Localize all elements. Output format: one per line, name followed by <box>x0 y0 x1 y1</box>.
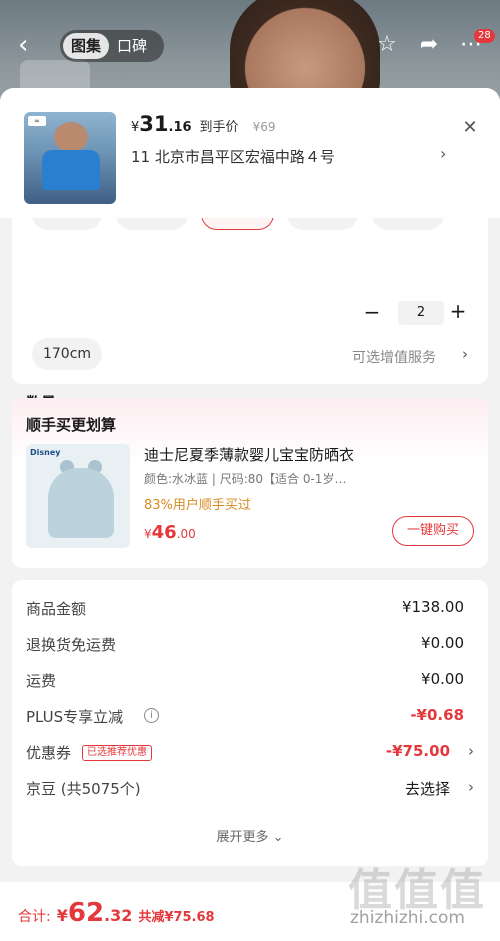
bundle-title: 顺手买更划算 <box>26 416 117 434</box>
summary-label: PLUS专享立减 <box>26 708 124 726</box>
message-badge: 28 <box>474 29 495 43</box>
summary-row: 商品金额 ¥138.00 <box>26 598 474 620</box>
summary-label: 运费 <box>26 672 57 690</box>
summary-value: ¥0.00 <box>421 634 464 652</box>
coupon-tag: 已选推荐优惠 <box>82 745 152 761</box>
back-icon[interactable]: ‹ <box>18 32 42 58</box>
quantity-plus-button[interactable]: + <box>448 298 468 324</box>
summary-row: 退换货免运费 ¥0.00 <box>26 634 474 656</box>
price-currency: ¥ <box>131 120 140 135</box>
thumbnail-logo: ∞ <box>28 116 46 126</box>
bundle-buy-stat: 83%用户顺手买过 <box>144 498 251 513</box>
site-watermark: 值值值 zhizhizhi.com <box>340 850 500 941</box>
price-line: ¥ 31 .16 到手价 ¥69 <box>131 112 275 138</box>
sheet-header: ∞ ¥ 31 .16 到手价 ¥69 11 北京市昌平区宏福中路４号 › ✕ <box>0 88 500 218</box>
quantity-minus-button[interactable]: − <box>362 300 382 324</box>
bundle-product-image[interactable]: Disney <box>26 444 130 548</box>
bundle-brand-logo: Disney <box>30 448 61 457</box>
order-summary-card: 商品金额 ¥138.00 退换货免运费 ¥0.00 运费 ¥0.00 PLUS专… <box>12 580 488 866</box>
image-garment <box>48 468 114 538</box>
service-value[interactable]: 可选增值服务 <box>352 347 436 367</box>
star-icon[interactable]: ☆ <box>374 32 400 58</box>
summary-label: 京豆 (共5075个) <box>26 780 141 798</box>
summary-value: -¥0.68 <box>410 706 464 724</box>
summary-value: -¥75.00 <box>385 742 450 760</box>
summary-row: PLUS专享立减 i -¥0.68 <box>26 706 474 728</box>
summary-label: 商品金额 <box>26 600 87 618</box>
summary-label: 退换货免运费 <box>26 636 117 654</box>
one-click-buy-button[interactable]: 一键购买 <box>392 516 474 546</box>
price-tag-label: 到手价 <box>199 120 239 135</box>
coupon-row[interactable]: 优惠券 已选推荐优惠 -¥75.00 › <box>26 742 474 764</box>
thumbnail-figure <box>54 122 88 152</box>
jingdou-row[interactable]: 京豆 (共5075个) 去选择 › <box>26 778 474 800</box>
total-label: 合计: <box>18 909 51 925</box>
delivery-address[interactable]: 11 北京市昌平区宏福中路４号 <box>131 146 461 167</box>
address-chevron-icon[interactable]: › <box>440 144 446 163</box>
service-chevron-icon[interactable]: › <box>462 345 468 363</box>
price-integer: 31 <box>139 112 169 136</box>
price-decimal: .16 <box>168 120 192 135</box>
jingdou-chevron-icon[interactable]: › <box>468 778 474 796</box>
purchase-sheet: ∞ ¥ 31 .16 到手价 ¥69 11 北京市昌平区宏福中路４号 › ✕ 1… <box>0 88 500 941</box>
tab-gallery[interactable]: 图集 <box>63 33 110 59</box>
bundle-price-decimal: .00 <box>176 527 196 541</box>
summary-value: ¥0.00 <box>421 670 464 688</box>
coupon-chevron-icon[interactable]: › <box>468 742 474 760</box>
share-icon[interactable]: ➦ <box>416 32 442 58</box>
bundle-price-currency: ¥ <box>144 527 152 541</box>
jingdou-select[interactable]: 去选择 <box>405 778 450 799</box>
thumbnail-shirt <box>42 150 100 190</box>
summary-value: ¥138.00 <box>401 598 464 616</box>
gallery-segment: 图集 口碑 <box>60 30 164 62</box>
close-icon[interactable]: ✕ <box>460 118 480 138</box>
watermark-text: zhizhizhi.com <box>350 908 465 928</box>
quantity-input[interactable]: 2 <box>398 301 444 325</box>
tab-reviews[interactable]: 口碑 <box>109 33 155 59</box>
top-nav: ‹ 图集 口碑 ☆ ➦ ⋯ 28 <box>0 28 500 64</box>
expand-more-button[interactable]: 展开更多 ⌄ <box>12 826 488 845</box>
total-decimal: .32 <box>104 906 133 925</box>
bundle-card: 顺手买更划算 Disney 迪士尼夏季薄款婴儿宝宝防晒衣 颜色:水冰蓝 | 尺码… <box>12 398 488 568</box>
bundle-price-integer: 46 <box>151 522 177 543</box>
total-price: 合计: ¥ 62 .32 共减¥75.68 <box>18 898 215 928</box>
summary-row: 运费 ¥0.00 <box>26 670 474 692</box>
bundle-product-name[interactable]: 迪士尼夏季薄款婴儿宝宝防晒衣 <box>144 444 474 465</box>
total-integer: 62 <box>67 898 105 928</box>
info-icon[interactable]: i <box>144 708 159 723</box>
bundle-price: ¥ 46 .00 <box>144 522 196 543</box>
total-savings: 共减¥75.68 <box>138 910 215 925</box>
bundle-product-spec[interactable]: 颜色:水冰蓝 | 尺码:80【适合 0-1岁… <box>144 470 384 487</box>
summary-label: 优惠券 <box>26 744 72 762</box>
total-currency: ¥ <box>56 906 68 925</box>
product-thumbnail[interactable]: ∞ <box>24 112 116 204</box>
size-chip[interactable]: 170cm <box>32 338 102 370</box>
original-price: ¥69 <box>252 120 276 134</box>
